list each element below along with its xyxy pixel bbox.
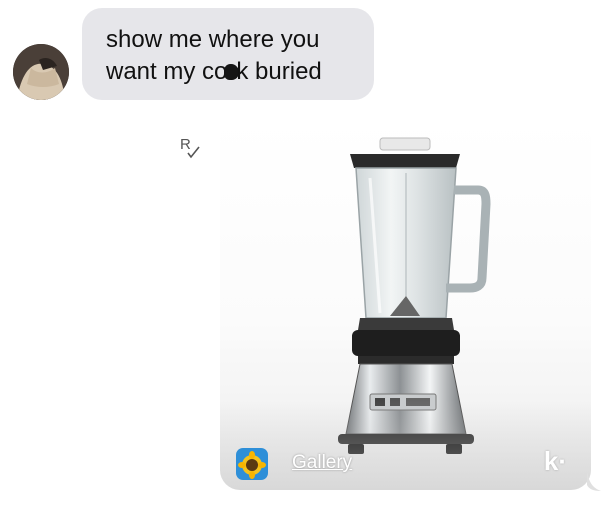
gif-attachment-card[interactable]: Gallery k· bbox=[220, 118, 591, 490]
card-footer: Gallery k· bbox=[220, 430, 591, 490]
avatar[interactable] bbox=[13, 44, 69, 100]
sunflower-app-icon[interactable] bbox=[236, 448, 268, 480]
gallery-link[interactable]: Gallery bbox=[292, 452, 352, 474]
incoming-message-bubble[interactable]: show me where you want my co k buried bbox=[82, 8, 374, 100]
brand-logo: k· bbox=[543, 446, 567, 476]
bubble-tail bbox=[587, 471, 601, 491]
message-line-1: show me where you bbox=[106, 26, 320, 53]
svg-text:R: R bbox=[180, 136, 191, 153]
message-line-2-end: k buried bbox=[236, 58, 322, 85]
message-line-2-start: want my co bbox=[106, 58, 228, 85]
read-receipt-icon: R bbox=[179, 135, 203, 161]
message-line-2: want my co k buried bbox=[106, 56, 352, 88]
